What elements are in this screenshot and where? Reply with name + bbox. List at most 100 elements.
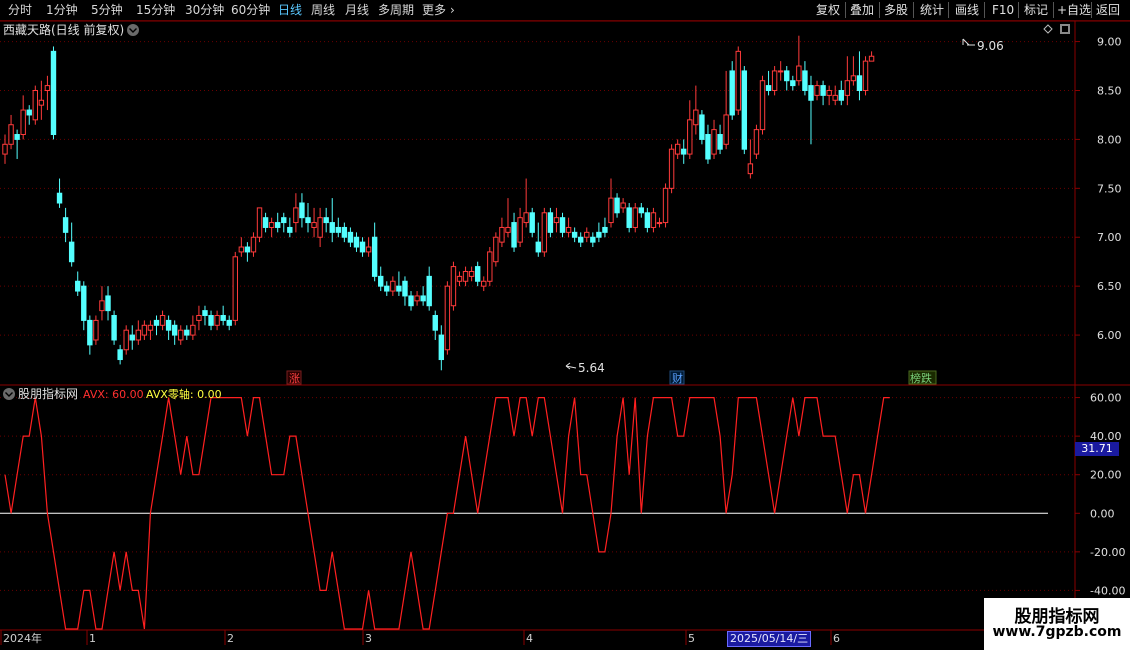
candle bbox=[220, 305, 226, 326]
candle bbox=[456, 271, 463, 287]
candle bbox=[541, 207, 548, 257]
candle bbox=[699, 110, 705, 145]
candle bbox=[505, 198, 511, 238]
candle bbox=[20, 95, 26, 140]
candle bbox=[553, 207, 560, 233]
candle bbox=[341, 222, 348, 243]
candle bbox=[856, 51, 863, 101]
candle bbox=[87, 315, 93, 355]
candle bbox=[668, 144, 675, 194]
candle bbox=[305, 203, 311, 233]
candle bbox=[632, 203, 638, 233]
candle bbox=[626, 203, 632, 233]
candle bbox=[820, 80, 826, 106]
price-tick-label: 7.00 bbox=[1097, 231, 1122, 244]
price-tick-label: 9.00 bbox=[1097, 36, 1122, 49]
candle bbox=[759, 75, 766, 135]
candle bbox=[826, 85, 832, 106]
marker-zhang[interactable]: 涨 bbox=[289, 372, 300, 385]
marker-bangdie[interactable]: 榜跌 bbox=[910, 371, 932, 385]
candle bbox=[184, 325, 190, 340]
candle bbox=[402, 276, 408, 306]
candle bbox=[687, 100, 693, 159]
candle bbox=[238, 237, 245, 257]
candle bbox=[202, 305, 208, 326]
price-tick-label: 7.50 bbox=[1097, 182, 1122, 195]
avx-value-label: AVX: 60.00 bbox=[83, 388, 144, 401]
candle bbox=[353, 232, 360, 252]
candle bbox=[438, 325, 445, 371]
time-tick-label: 4 bbox=[526, 632, 533, 645]
candle bbox=[868, 51, 875, 62]
candle bbox=[571, 227, 578, 243]
candle bbox=[493, 232, 499, 267]
candle bbox=[644, 207, 651, 233]
chevron-down-icon[interactable] bbox=[127, 24, 139, 36]
candle bbox=[596, 222, 602, 243]
candle bbox=[81, 281, 87, 331]
marker-cai[interactable]: 财 bbox=[672, 371, 683, 385]
candle bbox=[850, 56, 857, 86]
candle bbox=[68, 222, 75, 267]
chart-canvas[interactable]: 9.00 8.50 8.00 7.50 7.00 6.50 6.00 60.00 4 0.00 2… bbox=[0, 0, 1130, 650]
time-tick-label: 6 bbox=[833, 632, 840, 645]
indicator-tick-label: 20.00 bbox=[1090, 469, 1122, 482]
candle bbox=[408, 291, 414, 311]
current-indicator-value: 31.71 bbox=[1075, 442, 1119, 456]
time-axis: 2024年 1 2 3 4 5 6 bbox=[0, 630, 840, 645]
candle bbox=[511, 212, 517, 252]
candle bbox=[474, 261, 481, 287]
candle bbox=[329, 198, 335, 243]
candle bbox=[723, 70, 729, 150]
candle bbox=[802, 61, 808, 96]
price-axis: 9.00 8.50 8.00 7.50 7.00 6.50 6.00 bbox=[1075, 36, 1122, 342]
candle bbox=[75, 271, 81, 296]
candle bbox=[56, 178, 63, 208]
candle bbox=[378, 266, 384, 292]
indicator-tick-label: 60.00 bbox=[1090, 392, 1122, 405]
candle bbox=[693, 85, 699, 135]
candle bbox=[584, 227, 590, 243]
candle bbox=[547, 207, 554, 238]
candle bbox=[141, 320, 148, 340]
candle bbox=[674, 139, 681, 159]
indicator-tick-label: -20.00 bbox=[1090, 546, 1125, 559]
cursor-date-label: 2025/05/14/三 bbox=[727, 631, 812, 647]
time-tick-label: 2 bbox=[227, 632, 234, 645]
candle bbox=[602, 217, 608, 238]
candle bbox=[814, 80, 820, 101]
candle bbox=[426, 266, 432, 311]
candlestick-series bbox=[2, 35, 875, 371]
avx-zero-label: AVX零轴: 0.00 bbox=[146, 387, 222, 401]
candle bbox=[729, 61, 735, 120]
candle bbox=[450, 261, 457, 311]
candle bbox=[359, 237, 366, 257]
candle bbox=[771, 66, 778, 96]
candle bbox=[705, 124, 711, 164]
candle bbox=[135, 320, 142, 345]
diamond-icon[interactable] bbox=[1043, 24, 1053, 34]
candle bbox=[32, 85, 38, 125]
candle bbox=[420, 286, 426, 306]
candle bbox=[44, 75, 51, 111]
indicator-axis: 60.0040.0020.000.00-20.00-40.00 bbox=[1075, 392, 1125, 597]
watermark-logo: 股朋指标网 www.7gpzb.com bbox=[984, 598, 1130, 650]
time-tick-label: 2024年 bbox=[3, 631, 42, 645]
candle bbox=[281, 212, 287, 233]
chevron-down-icon[interactable] bbox=[3, 388, 15, 400]
candle bbox=[111, 310, 117, 345]
candle bbox=[250, 232, 257, 257]
candle bbox=[735, 46, 741, 115]
indicator-name: 股朋指标网 bbox=[18, 386, 78, 401]
candle bbox=[462, 266, 469, 287]
candle bbox=[14, 129, 20, 159]
candle bbox=[371, 222, 378, 282]
candle bbox=[287, 217, 293, 238]
candle bbox=[129, 325, 135, 350]
panel-toggle-icon[interactable] bbox=[1060, 24, 1070, 34]
candle bbox=[153, 315, 160, 336]
candle bbox=[117, 344, 123, 365]
candle bbox=[178, 325, 184, 345]
candle bbox=[226, 315, 232, 331]
candle bbox=[208, 310, 214, 331]
